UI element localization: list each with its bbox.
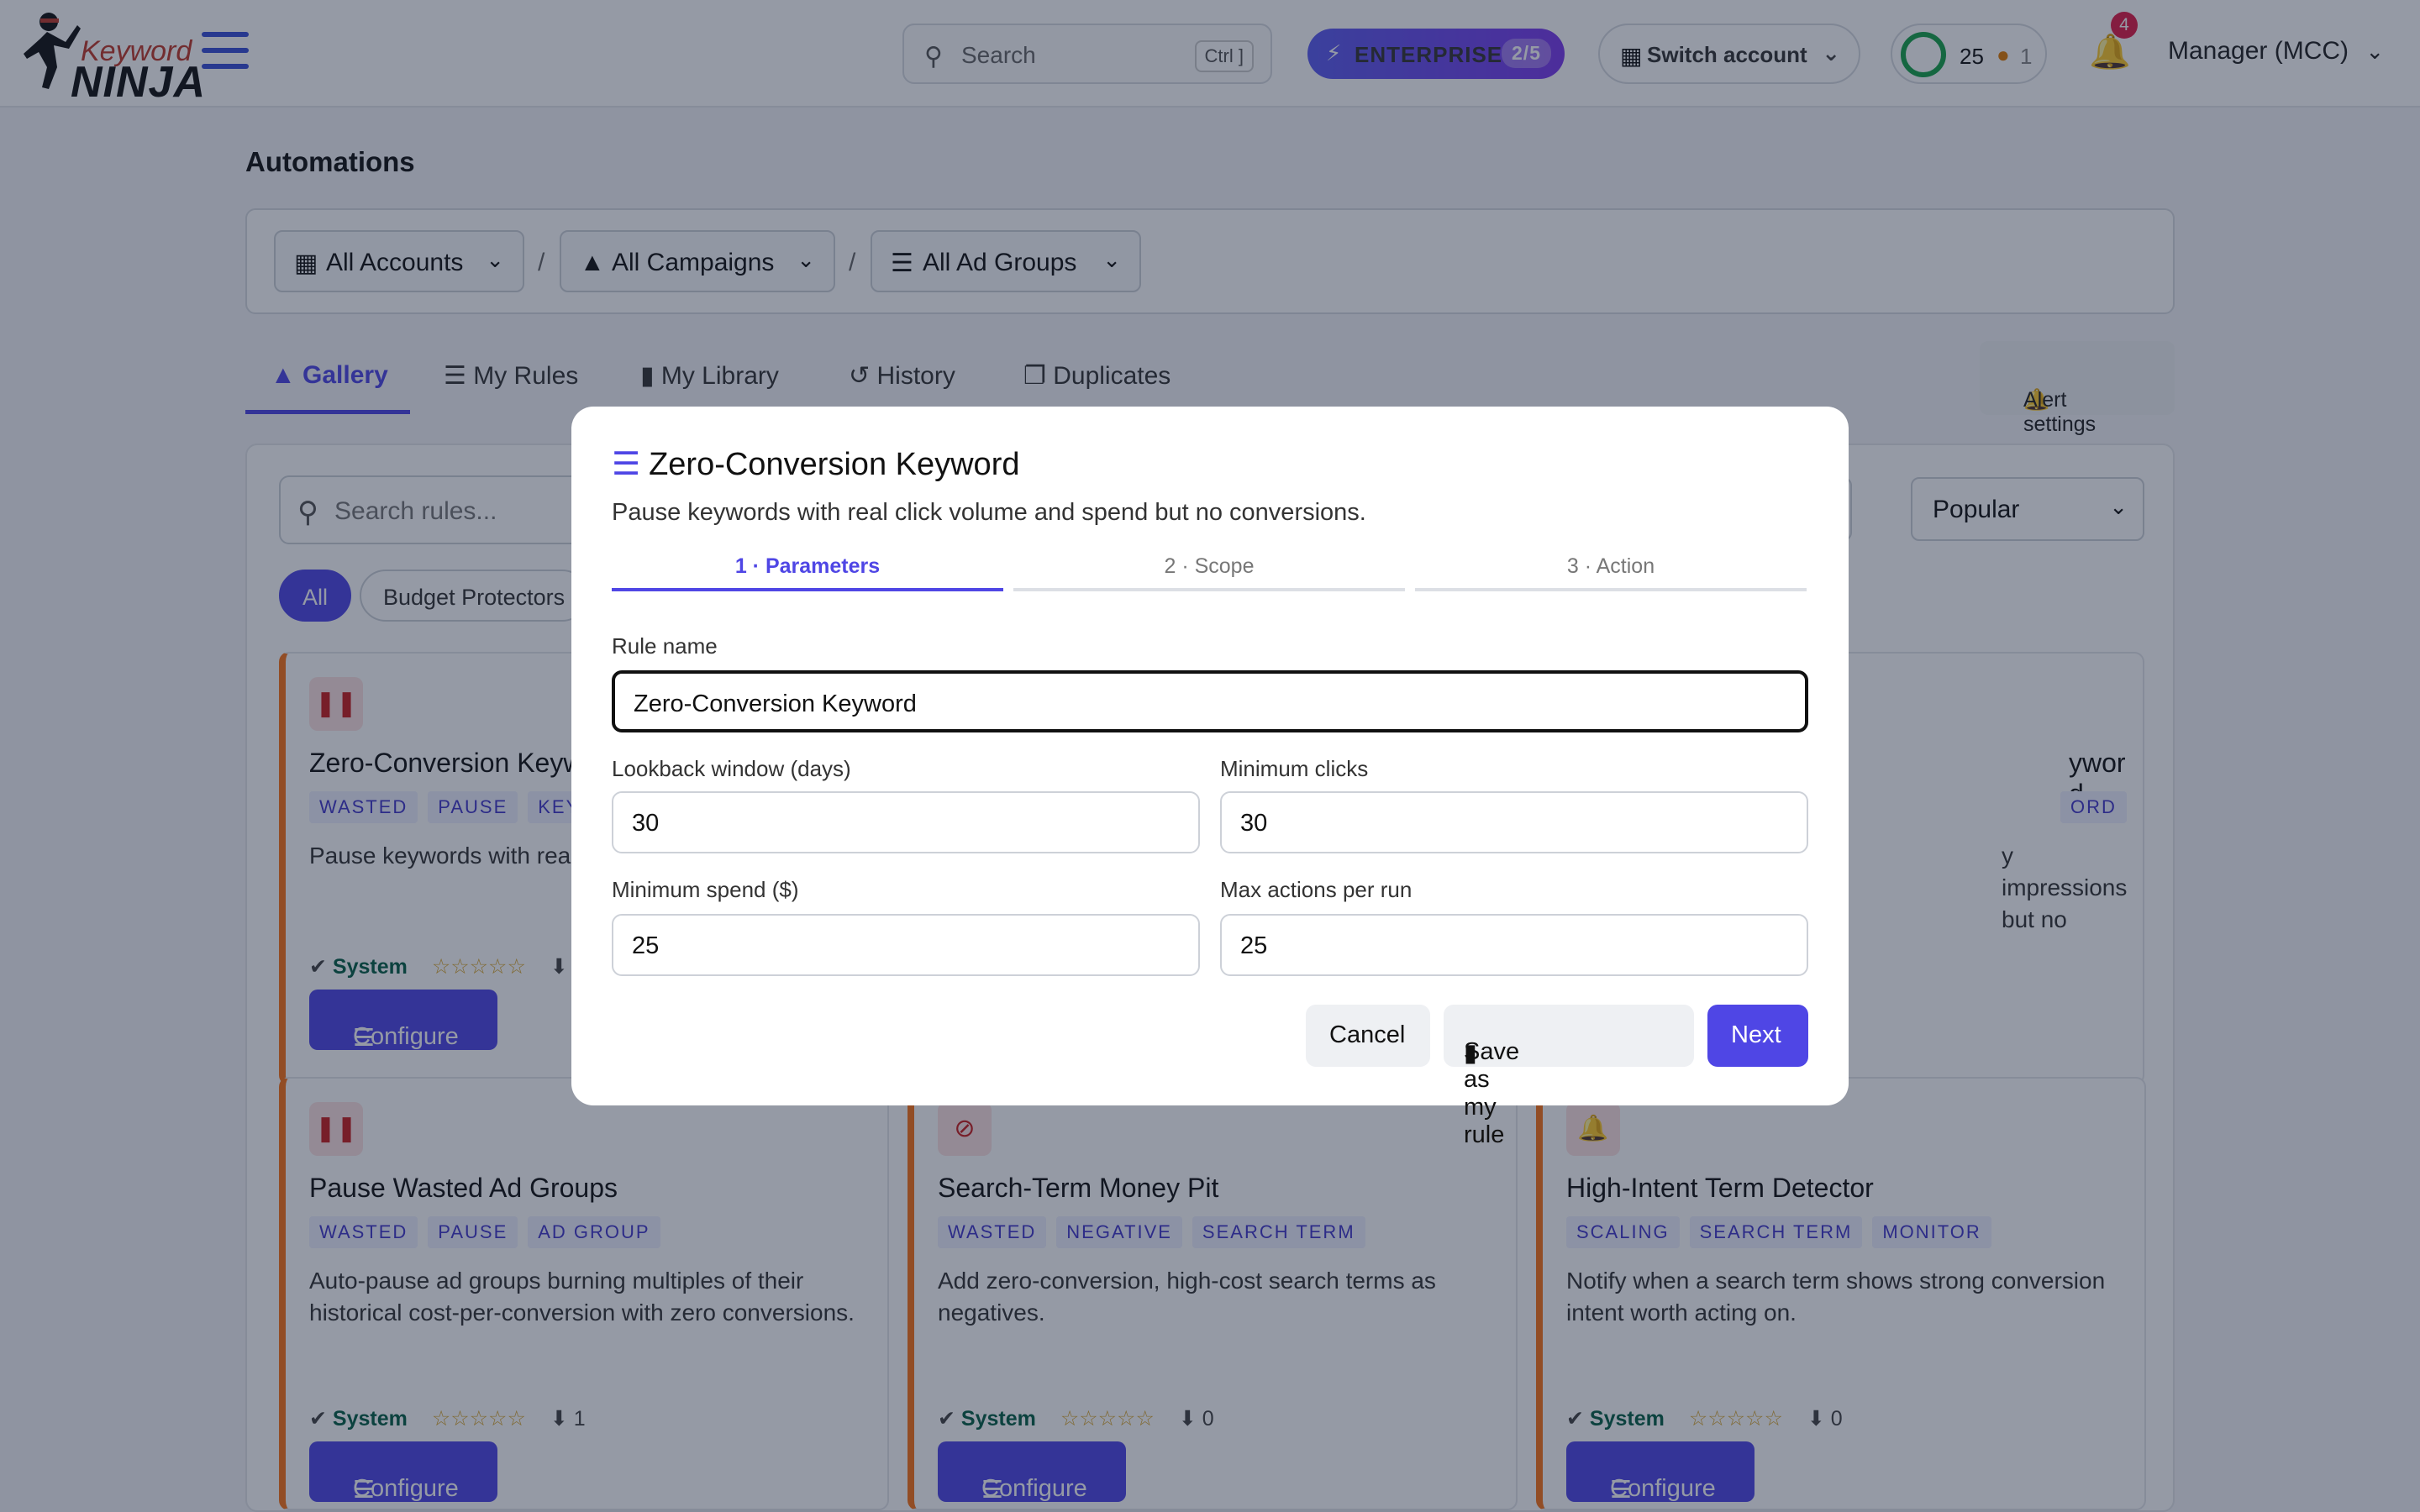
wizard-steps: 1 · Parameters 2 · Scope 3 · Action bbox=[612, 554, 1808, 591]
max-actions-value: 25 bbox=[1240, 932, 1268, 959]
min-clicks-label: Minimum clicks bbox=[1220, 756, 1369, 781]
configure-rule-modal: ☰ Zero-Conversion Keyword Pause keywords … bbox=[571, 407, 1849, 1148]
rule-name-value: Zero-Conversion Keyword bbox=[634, 690, 917, 717]
step-label: 2 · Scope bbox=[1164, 554, 1255, 578]
rule-name-label: Rule name bbox=[612, 633, 718, 659]
step-action[interactable]: 3 · Action bbox=[1415, 554, 1807, 591]
rule-name-input[interactable]: Zero-Conversion Keyword bbox=[612, 670, 1808, 732]
min-clicks-value: 30 bbox=[1240, 810, 1268, 837]
step-label: 1 · Parameters bbox=[734, 554, 881, 578]
save-label: Save as my rule bbox=[1464, 1038, 1520, 1148]
min-spend-input[interactable]: 25 bbox=[612, 914, 1200, 976]
lookback-value: 30 bbox=[632, 810, 660, 837]
step-label: 3 · Action bbox=[1566, 554, 1655, 578]
max-actions-label: Max actions per run bbox=[1220, 877, 1413, 902]
lookback-label: Lookback window (days) bbox=[612, 756, 851, 781]
min-spend-value: 25 bbox=[632, 932, 660, 959]
modal-title-text: Zero-Conversion Keyword bbox=[649, 447, 1020, 482]
sliders-icon: ☰ bbox=[612, 447, 641, 482]
min-spend-label: Minimum spend ($) bbox=[612, 877, 799, 902]
step-parameters[interactable]: 1 · Parameters bbox=[612, 554, 1003, 591]
app-root: Keyword NINJA ⚲ Search Ctrl ] ⚡ ENTERPRI… bbox=[0, 0, 2420, 1512]
next-label: Next bbox=[1731, 1021, 1781, 1048]
save-as-my-rule-button[interactable]: ▮ Save as my rule bbox=[1444, 1005, 1694, 1148]
next-button[interactable]: Next bbox=[1707, 1005, 1808, 1067]
cancel-label: Cancel bbox=[1329, 1021, 1406, 1048]
modal-description: Pause keywords with real click volume an… bbox=[612, 499, 1366, 526]
step-scope[interactable]: 2 · Scope bbox=[1013, 554, 1405, 591]
min-clicks-input[interactable]: 30 bbox=[1220, 791, 1808, 853]
cancel-button[interactable]: Cancel bbox=[1306, 1005, 1430, 1067]
modal-title: ☰ Zero-Conversion Keyword bbox=[612, 445, 1019, 483]
lookback-input[interactable]: 30 bbox=[612, 791, 1200, 853]
max-actions-input[interactable]: 25 bbox=[1220, 914, 1808, 976]
